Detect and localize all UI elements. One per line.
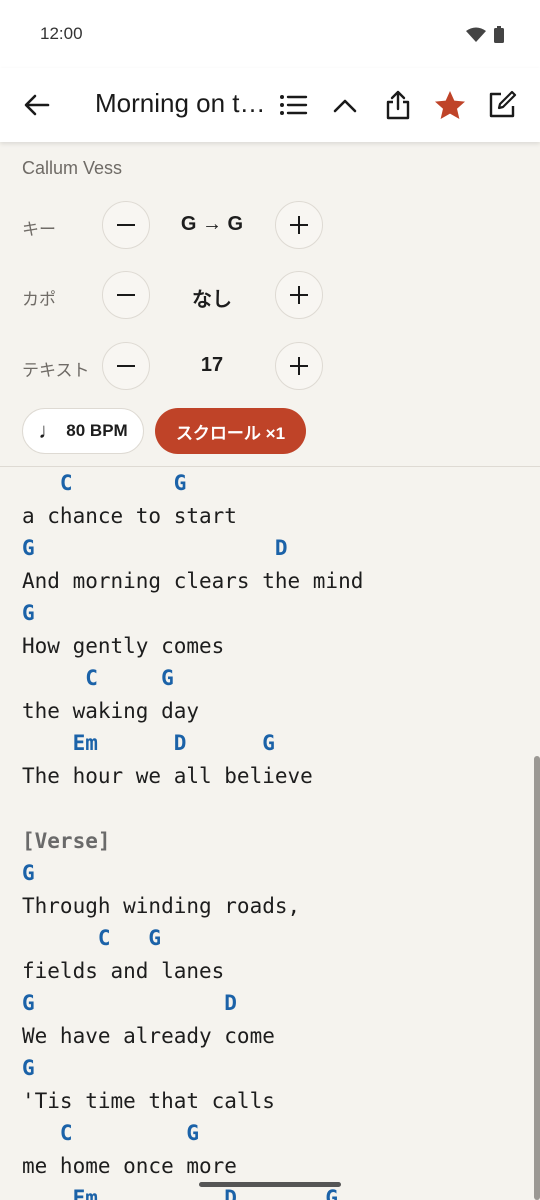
text-size-down-button[interactable] — [102, 342, 150, 390]
key-down-button[interactable] — [102, 201, 150, 249]
share-button[interactable] — [382, 89, 414, 121]
lyric-line: fields and lanes — [22, 958, 225, 983]
lyric-line: 'Tis time that calls — [22, 1088, 275, 1113]
autoscroll-chip[interactable]: スクロール ×1 — [155, 408, 306, 454]
song-title: Morning on the Hill — [95, 88, 270, 118]
minus-icon — [117, 294, 135, 296]
text-size-value: 17 — [200, 354, 224, 376]
lyric-line: Through winding roads, — [22, 893, 301, 918]
status-bar: 12:00 — [0, 0, 540, 68]
capo-row: カポ なし — [0, 271, 540, 319]
edit-icon — [489, 90, 517, 118]
lyric-line: the waking day — [22, 698, 200, 723]
capo-label: カポ — [22, 290, 56, 309]
wifi-icon — [466, 27, 486, 42]
chord-sheet[interactable]: C G a chance to start G D And morning clear… — [0, 467, 540, 1200]
lyric-line: The hour we all believe — [22, 763, 313, 788]
bpm-label: 80 BPM — [66, 421, 128, 440]
collapse-button[interactable] — [329, 89, 361, 121]
share-icon — [386, 90, 410, 120]
app-bar: Morning on the Hill — [0, 68, 540, 142]
edit-button[interactable] — [486, 89, 518, 121]
star-icon — [435, 91, 465, 119]
chord-line: G — [22, 601, 35, 625]
lyric-line: How gently comes — [22, 633, 225, 658]
lyric-line: And morning clears the mind — [22, 568, 364, 593]
artist-name: Callum Vess — [22, 158, 123, 178]
plus-icon — [290, 357, 308, 375]
lyric-line: me home once more — [22, 1153, 237, 1178]
favorite-button[interactable] — [434, 89, 466, 121]
key-up-button[interactable] — [275, 201, 323, 249]
back-button[interactable] — [22, 90, 52, 120]
status-icons — [466, 26, 504, 43]
chord-line: C G — [22, 666, 174, 690]
chord-line: G — [22, 1056, 35, 1080]
battery-icon — [494, 26, 504, 43]
chord-line: Em D G — [22, 731, 275, 755]
key-row: キー G → G — [0, 201, 540, 249]
chord-line: C G — [22, 471, 187, 495]
capo-up-button[interactable] — [275, 271, 323, 319]
status-time: 12:00 — [40, 24, 83, 43]
list-icon — [280, 95, 308, 115]
chord-line: G D — [22, 991, 237, 1015]
chord-line: C G — [22, 1121, 200, 1145]
minus-icon — [117, 365, 135, 367]
song-controls: Callum Vess キー G → G カポ なし テキスト 17 ♩ 80 … — [0, 142, 540, 466]
setlist-button[interactable] — [277, 89, 309, 121]
music-note-icon: ♩ — [38, 418, 61, 443]
plus-icon — [290, 216, 308, 234]
section-label: [Verse] — [22, 828, 111, 853]
text-size-up-button[interactable] — [275, 342, 323, 390]
back-arrow-icon — [24, 94, 50, 116]
chord-line: G — [22, 861, 35, 885]
chord-sheet-content: C G a chance to start G D And morning clear… — [0, 467, 540, 1200]
minus-icon — [117, 224, 135, 226]
chord-line: G D — [22, 536, 288, 560]
key-label: キー — [22, 220, 56, 239]
autoscroll-label: スクロール ×1 — [175, 423, 286, 443]
lyric-line: a chance to start — [22, 503, 237, 528]
text-size-label: テキスト — [22, 361, 90, 380]
chord-line: C G — [22, 926, 162, 950]
capo-value: なし — [192, 289, 232, 311]
chevron-up-icon — [333, 99, 357, 113]
home-indicator[interactable] — [199, 1182, 341, 1187]
bpm-chip[interactable]: ♩ 80 BPM — [22, 408, 144, 454]
capo-down-button[interactable] — [102, 271, 150, 319]
lyric-line: We have already come — [22, 1023, 275, 1048]
plus-icon — [290, 286, 308, 304]
key-value: G → G — [180, 213, 244, 235]
text-size-row: テキスト 17 — [0, 342, 540, 390]
scrollbar[interactable] — [534, 756, 540, 1200]
